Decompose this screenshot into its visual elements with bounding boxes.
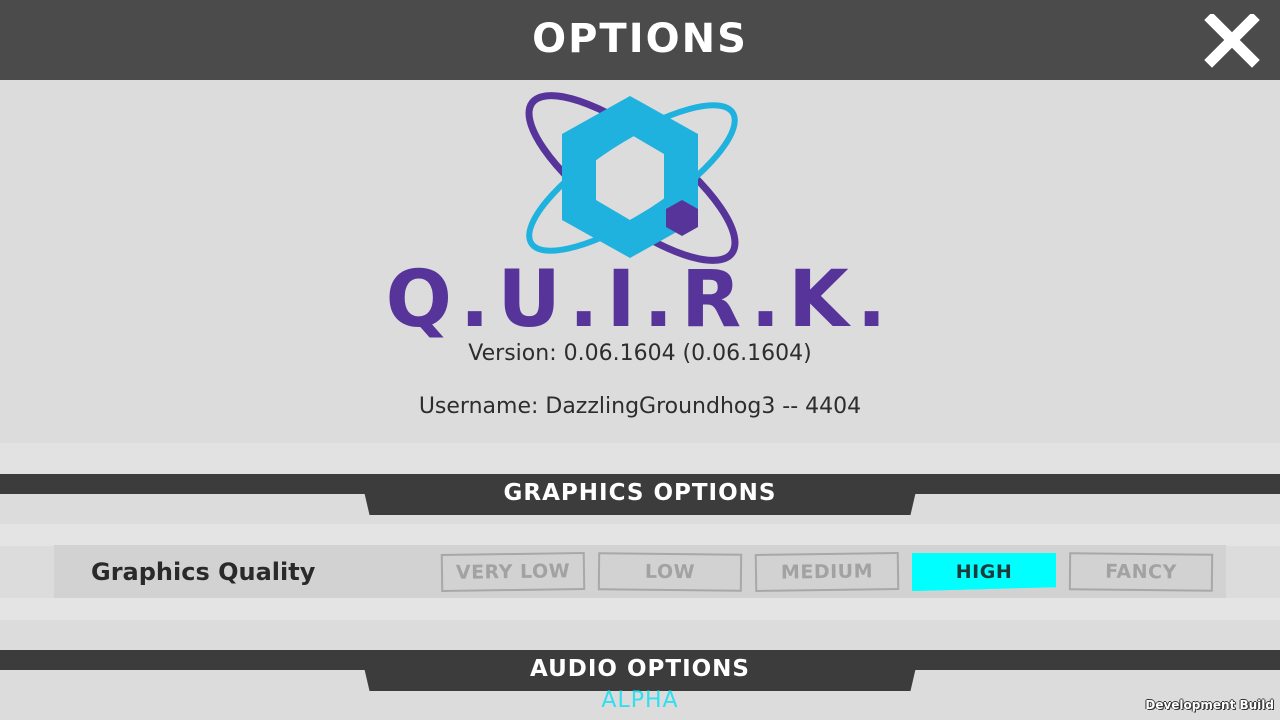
game-logo: Q.U.I.R.K. <box>360 88 920 345</box>
audio-section-title: AUDIO OPTIONS <box>530 656 750 682</box>
graphics-section-header: GRAPHICS OPTIONS <box>360 474 920 515</box>
audio-section-header: AUDIO OPTIONS <box>360 650 920 691</box>
close-icon <box>1204 12 1260 68</box>
close-button[interactable] <box>1204 12 1260 68</box>
info-panel-gap <box>0 443 1280 474</box>
quality-very-low-button[interactable]: VERY LOW <box>440 551 586 593</box>
page-title: OPTIONS <box>532 16 748 62</box>
quality-fancy-button[interactable]: FANCY <box>1068 552 1214 592</box>
username-text: Username: DazzlingGroundhog3 -- 4404 <box>418 394 862 419</box>
logo-wordmark: Q.U.I.R.K. <box>386 255 895 338</box>
graphics-band-top <box>0 524 1280 546</box>
header-bar: OPTIONS <box>0 0 1280 80</box>
graphics-quality-label: Graphics Quality <box>91 558 316 586</box>
quirk-logo-icon: Q.U.I.R.K. <box>386 92 895 345</box>
graphics-section-title: GRAPHICS OPTIONS <box>503 480 777 506</box>
graphics-band-bottom <box>0 598 1280 620</box>
alpha-label: ALPHA <box>601 688 679 713</box>
development-build-label: Development Build <box>1145 698 1274 712</box>
graphics-quality-row: Graphics Quality VERY LOW LOW MEDIUM HIG… <box>54 545 1226 598</box>
quality-high-button[interactable]: HIGH <box>912 553 1056 591</box>
quality-medium-button[interactable]: MEDIUM <box>754 551 900 593</box>
version-text: Version: 0.06.1604 (0.06.1604) <box>468 341 812 366</box>
quality-low-button[interactable]: LOW <box>597 552 743 592</box>
